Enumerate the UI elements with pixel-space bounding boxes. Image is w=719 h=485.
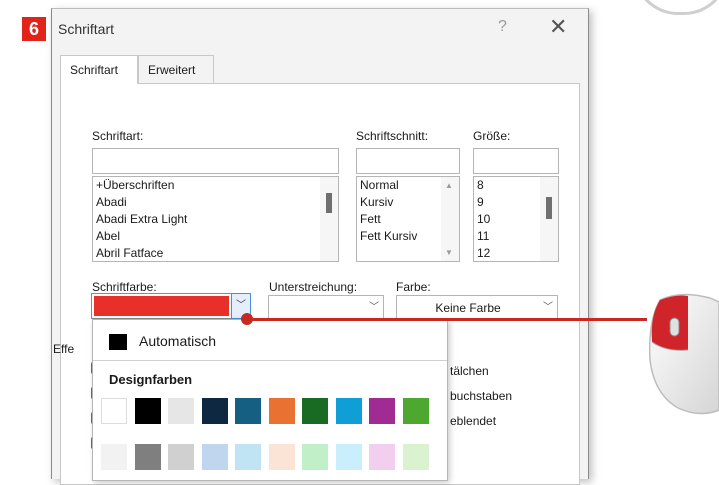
callout-dot — [241, 313, 253, 325]
font-color-menu: Automatisch Designfarben — [92, 319, 448, 481]
size-list[interactable]: 8 9 10 11 12 — [473, 176, 559, 262]
menu-divider — [93, 360, 447, 361]
color-swatch[interactable] — [134, 444, 161, 470]
color-swatch[interactable] — [268, 398, 295, 424]
color-swatch[interactable] — [369, 444, 395, 470]
scroll-down-icon[interactable]: ▼ — [445, 248, 453, 257]
effect-label-partial: eblendet — [450, 414, 497, 428]
effect-label-partial: buchstaben — [450, 389, 513, 403]
color-swatch[interactable] — [101, 444, 127, 470]
size-list-scrollbar[interactable] — [540, 177, 558, 261]
chevron-down-icon[interactable]: ﹀ — [539, 296, 557, 320]
color-swatch[interactable] — [235, 444, 261, 470]
font-input[interactable] — [92, 148, 339, 174]
list-item[interactable]: Abel — [93, 228, 338, 245]
step-badge: 6 — [22, 17, 46, 41]
color-swatch[interactable] — [201, 398, 228, 424]
list-item[interactable]: +Überschriften — [93, 177, 338, 194]
scroll-up-icon[interactable]: ▲ — [445, 181, 453, 190]
color-swatch[interactable] — [402, 398, 429, 424]
scroll-thumb[interactable] — [546, 197, 552, 219]
font-color-label: Schriftfarbe: — [92, 280, 157, 294]
effect-label-partial: tälchen — [450, 364, 489, 378]
font-list-scrollbar[interactable] — [320, 177, 338, 261]
color-swatch[interactable] — [235, 398, 261, 424]
color-swatch[interactable] — [101, 398, 127, 424]
color-swatch[interactable] — [369, 398, 395, 424]
theme-colors-heading: Designfarben — [109, 372, 193, 387]
effects-heading-partial: Effe — [53, 342, 75, 356]
close-icon[interactable]: ✕ — [549, 14, 567, 40]
font-list[interactable]: +Überschriften Abadi Abadi Extra Light A… — [92, 176, 339, 262]
tab-erweitert[interactable]: Erweitert — [138, 55, 214, 83]
callout-line — [247, 318, 647, 321]
automatic-color-swatch[interactable] — [109, 334, 127, 350]
chevron-down-icon[interactable]: ﹀ — [365, 296, 383, 320]
mouse-icon — [648, 293, 719, 415]
color-swatch[interactable] — [201, 444, 228, 470]
color-swatch[interactable] — [335, 444, 362, 470]
size-label: Größe: — [473, 129, 511, 143]
style-input[interactable] — [356, 148, 460, 174]
color-swatch[interactable] — [168, 444, 194, 470]
color-swatch[interactable] — [268, 444, 295, 470]
list-item[interactable]: Abril Fatface — [93, 245, 338, 261]
decorative-mouse-ring — [633, 0, 719, 15]
underline-color-label: Farbe: — [396, 280, 431, 294]
font-color-dropdown[interactable]: ﹀ — [91, 293, 251, 319]
dialog-title: Schriftart — [58, 21, 115, 37]
style-label: Schriftschnitt: — [356, 129, 429, 143]
underline-label: Unterstreichung: — [269, 280, 358, 294]
scroll-thumb[interactable] — [326, 193, 332, 213]
underline-color-value: Keine Farbe — [435, 301, 501, 315]
help-icon[interactable]: ? — [498, 18, 507, 36]
automatic-color-option[interactable]: Automatisch — [139, 333, 216, 349]
font-label: Schriftart: — [92, 129, 144, 143]
color-swatch[interactable] — [335, 398, 362, 424]
color-swatch[interactable] — [134, 398, 161, 424]
selected-color-swatch — [94, 296, 229, 316]
list-item[interactable]: Abadi Extra Light — [93, 211, 338, 228]
color-swatch[interactable] — [168, 398, 194, 424]
list-item[interactable]: Abadi — [93, 194, 338, 211]
color-swatch[interactable] — [302, 444, 328, 470]
size-input[interactable] — [473, 148, 559, 174]
style-list[interactable]: Normal Kursiv Fett Fett Kursiv ▲ ▼ — [356, 176, 460, 262]
tab-schriftart[interactable]: Schriftart — [60, 55, 138, 84]
color-swatch[interactable] — [302, 398, 328, 424]
color-swatch[interactable] — [402, 444, 429, 470]
style-list-scrollbar[interactable]: ▲ ▼ — [441, 177, 459, 261]
